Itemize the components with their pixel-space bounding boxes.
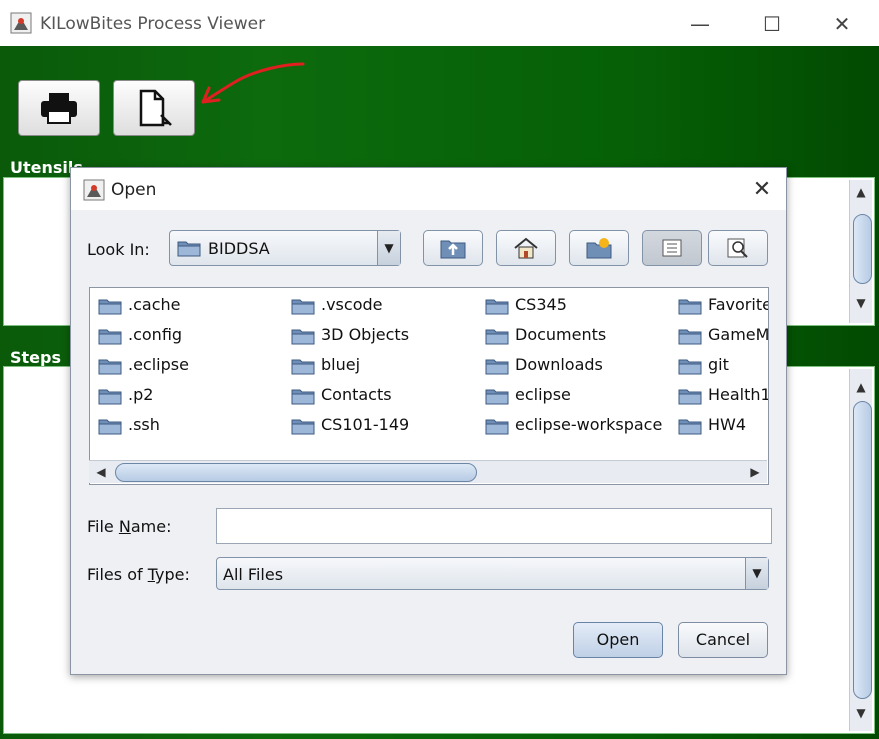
folder-icon [678, 329, 702, 345]
file-name-text: Favorites [708, 295, 768, 314]
dialog-titlebar: Open ✕ [71, 168, 786, 210]
window-title: KILowBites Process Viewer [40, 14, 266, 34]
new-folder-button[interactable] [569, 230, 629, 266]
java-app-icon [10, 12, 32, 34]
scroll-up-icon[interactable]: ▲ [851, 182, 871, 202]
folder-icon [678, 299, 702, 315]
cancel-button[interactable]: Cancel [678, 622, 768, 658]
home-button[interactable] [496, 230, 556, 266]
close-button[interactable]: ✕ [822, 10, 862, 38]
scroll-up-icon[interactable]: ▲ [851, 377, 871, 397]
folder-icon [177, 241, 201, 257]
details-view-icon [727, 238, 748, 258]
scroll-thumb[interactable] [853, 214, 872, 284]
scroll-left-icon[interactable]: ◀ [91, 462, 111, 482]
look-in-combo[interactable]: BIDDSA ▼ [169, 230, 401, 266]
scroll-down-icon[interactable]: ▼ [851, 293, 871, 313]
folder-icon [98, 299, 122, 315]
steps-label: Steps [10, 348, 61, 367]
open-button[interactable]: Open [573, 622, 663, 658]
folder-icon [291, 419, 315, 435]
folder-icon [485, 419, 509, 435]
file-list-hscrollbar[interactable]: ◀ ▶ [89, 460, 767, 483]
folder-icon [291, 359, 315, 375]
utensils-scrollbar[interactable]: ▲ ▼ [849, 180, 872, 323]
up-folder-button[interactable] [423, 230, 483, 266]
file-name-text: 3D Objects [321, 325, 410, 344]
files-of-type-value: All Files [223, 565, 284, 584]
minimize-button[interactable]: — [680, 10, 720, 38]
look-in-label: Look In: [87, 240, 150, 259]
file-name-text: HW4 [708, 415, 747, 434]
list-view-button[interactable] [642, 230, 702, 266]
files-of-type-combo[interactable]: All Files ▼ [216, 557, 769, 590]
file-name-text: Contacts [321, 385, 392, 404]
steps-scrollbar[interactable]: ▲ ▼ [849, 369, 872, 731]
scroll-down-icon[interactable]: ▼ [851, 703, 871, 723]
folder-icon [291, 299, 315, 315]
maximize-button[interactable]: ☐ [752, 10, 792, 38]
scroll-right-icon[interactable]: ▶ [745, 462, 765, 482]
file-name-text: bluej [321, 355, 361, 374]
file-name-text: CS345 [515, 295, 567, 314]
annotation-arrow-icon [201, 62, 305, 104]
file-name-text: Documents [515, 325, 607, 344]
home-icon [514, 237, 538, 259]
chevron-down-icon[interactable]: ▼ [377, 231, 400, 265]
file-name-text: .vscode [321, 295, 383, 314]
new-folder-icon [586, 238, 612, 259]
dialog-close-button[interactable]: ✕ [746, 176, 778, 204]
look-in-value: BIDDSA [208, 239, 270, 258]
file-list[interactable]: .cache .config .eclipse .p2 .ssh .vscode 3D Ob… [89, 287, 769, 485]
open-document-icon [139, 89, 172, 127]
file-name-text: CS101-149 [321, 415, 410, 434]
folder-icon [485, 329, 509, 345]
printer-icon [41, 93, 77, 124]
chevron-down-icon[interactable]: ▼ [745, 558, 768, 589]
folder-icon [98, 359, 122, 375]
java-app-icon [83, 179, 105, 201]
scroll-thumb[interactable] [115, 463, 477, 482]
file-name-text: eclipse-workspace [515, 415, 663, 434]
folder-icon [98, 389, 122, 405]
open-dialog: Open ✕ Look In: BIDDSA ▼ .cache .config … [70, 167, 787, 675]
list-view-icon [662, 239, 682, 257]
file-name-text: .eclipse [128, 355, 189, 374]
file-name-text: Downloads [515, 355, 603, 374]
dialog-title: Open [111, 180, 157, 200]
folder-icon [485, 299, 509, 315]
file-name-text: .ssh [128, 415, 160, 434]
file-name-text: .config [128, 325, 183, 344]
folder-icon [678, 419, 702, 435]
print-button[interactable] [18, 80, 100, 136]
folder-icon [291, 389, 315, 405]
details-view-button[interactable] [708, 230, 768, 266]
file-name-text: eclipse [515, 385, 571, 404]
window-titlebar: KILowBites Process Viewer — ☐ ✕ [0, 0, 879, 46]
file-name-input[interactable] [216, 508, 772, 544]
folder-icon [98, 329, 122, 345]
up-folder-icon [440, 240, 466, 259]
file-name-text: git [708, 355, 729, 374]
folder-icon [291, 329, 315, 345]
file-name-text: .p2 [128, 385, 154, 404]
file-name-text: .cache [128, 295, 181, 314]
folder-icon [678, 359, 702, 375]
folder-icon [485, 389, 509, 405]
open-file-button[interactable] [113, 80, 195, 136]
files-of-type-label: Files of Type: [87, 565, 190, 584]
folder-icon [98, 419, 122, 435]
file-name-label: File Name: [87, 517, 172, 536]
folder-icon [678, 389, 702, 405]
folder-icon [485, 359, 509, 375]
scroll-thumb[interactable] [853, 401, 872, 699]
file-name-text: GameM [708, 325, 769, 344]
file-name-text: Health1 [708, 385, 769, 404]
